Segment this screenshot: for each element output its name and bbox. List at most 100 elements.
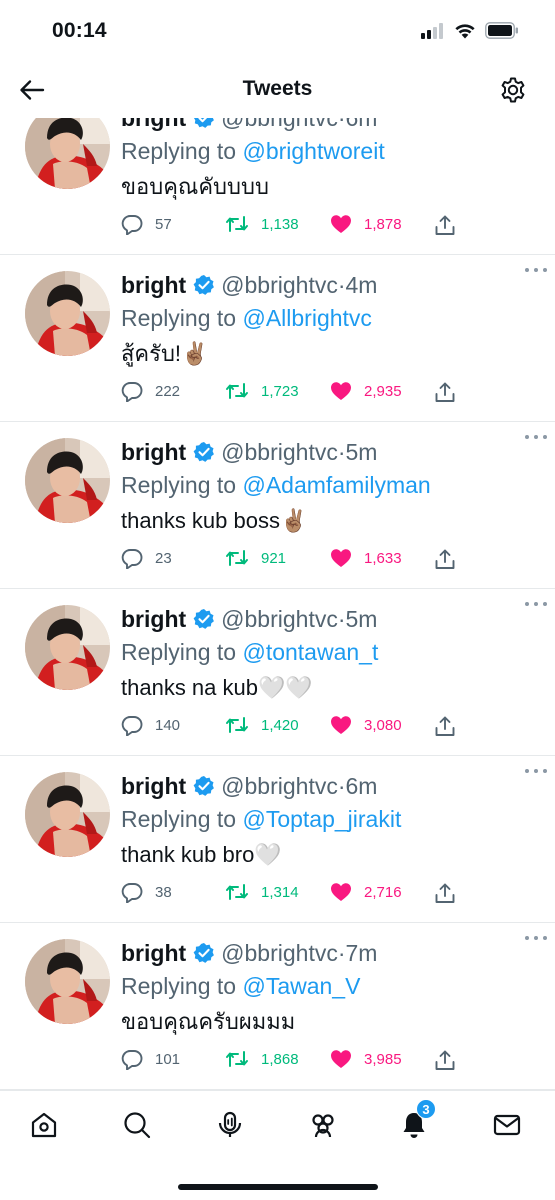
retweet-button[interactable]: 921 (225, 548, 286, 568)
user-handle[interactable]: @bbrightvc (221, 606, 338, 633)
avatar[interactable] (25, 118, 110, 189)
reply-count: 57 (155, 216, 172, 233)
tweet-time[interactable]: 6m (346, 773, 378, 800)
nav-notifications[interactable]: 3 (398, 1099, 436, 1141)
nav-spaces[interactable] (214, 1109, 246, 1141)
display-name[interactable]: bright (121, 773, 186, 800)
user-handle[interactable]: @bbrightvc (221, 272, 338, 299)
reply-button[interactable]: 140 (121, 715, 180, 736)
display-name[interactable]: bright (121, 118, 186, 132)
user-handle[interactable]: @bbrightvc (221, 118, 338, 132)
retweet-count: 1,138 (261, 215, 299, 233)
heart-icon (331, 883, 351, 901)
more-options-icon[interactable] (525, 767, 547, 775)
tweet-feed[interactable]: bright @bbrightvc · 6m Replying to @brig… (0, 118, 555, 1090)
retweet-count: 921 (261, 549, 287, 567)
more-options-icon[interactable] (525, 600, 547, 608)
retweet-button[interactable]: 1,868 (225, 1049, 299, 1069)
avatar[interactable] (25, 772, 110, 857)
nav-communities[interactable] (307, 1109, 339, 1141)
reply-mention-link[interactable]: @tontawan_t (242, 639, 378, 665)
like-count: 1,633 (364, 549, 402, 567)
share-button[interactable] (434, 715, 456, 737)
share-icon (435, 549, 455, 569)
tweet-time[interactable]: 6m (346, 118, 378, 132)
heart-icon (331, 1050, 351, 1068)
reply-icon (121, 549, 143, 569)
like-button[interactable]: 1,633 (330, 548, 402, 568)
display-name[interactable]: bright (121, 439, 186, 466)
reply-button[interactable]: 222 (121, 381, 180, 402)
reply-mention-link[interactable]: @Toptap_jirakit (242, 806, 401, 832)
display-name[interactable]: bright (121, 606, 186, 633)
retweet-button[interactable]: 1,314 (225, 882, 299, 902)
share-button[interactable] (434, 1049, 456, 1071)
reply-mention-link[interactable]: @brightworeit (242, 138, 384, 164)
tweet[interactable]: bright @bbrightvc · 7m Replying to @Tawa… (0, 923, 555, 1090)
tweet-time[interactable]: 7m (346, 940, 378, 967)
user-handle[interactable]: @bbrightvc (221, 940, 338, 967)
like-button[interactable]: 1,878 (330, 214, 402, 234)
like-button[interactable]: 3,985 (330, 1049, 402, 1069)
display-name[interactable]: bright (121, 940, 186, 967)
user-handle[interactable]: @bbrightvc (221, 439, 338, 466)
reply-mention-link[interactable]: @Adamfamilyman (242, 472, 430, 498)
profile-photo-icon (25, 118, 110, 189)
more-options-icon[interactable] (525, 433, 547, 441)
retweet-button[interactable]: 1,138 (225, 214, 299, 234)
like-button[interactable]: 2,935 (330, 381, 402, 401)
avatar[interactable] (25, 939, 110, 1024)
verified-badge-icon (193, 118, 215, 129)
tweet-time[interactable]: 5m (346, 439, 378, 466)
avatar[interactable] (25, 605, 110, 690)
replying-to-label: Replying to (121, 138, 237, 164)
settings-button[interactable] (499, 76, 527, 104)
more-options-icon[interactable] (525, 266, 547, 274)
tweet[interactable]: bright @bbrightvc · 6m Replying to @Topt… (0, 756, 555, 923)
nav-home[interactable] (28, 1109, 60, 1141)
reply-count: 222 (155, 383, 181, 400)
tweet[interactable]: bright @bbrightvc · 5m Replying to @tont… (0, 589, 555, 756)
reply-button[interactable]: 101 (121, 1049, 180, 1070)
tweet-text: ขอบคุณคับบบบ (121, 174, 269, 199)
profile-photo-icon (25, 772, 110, 857)
reply-button[interactable]: 23 (121, 548, 172, 569)
tweet-actions: 57 1,138 1,878 (121, 208, 535, 244)
more-options-icon[interactable] (525, 934, 547, 942)
user-handle[interactable]: @bbrightvc (221, 773, 338, 800)
reply-mention-link[interactable]: @Allbrightvc (242, 305, 371, 331)
tweet-content: bright @bbrightvc · 7m Replying to @Tawa… (121, 937, 535, 1079)
messages-icon (493, 1114, 521, 1136)
reply-count: 140 (155, 717, 181, 734)
status-bar: 00:14 (0, 0, 555, 62)
avatar[interactable] (25, 271, 110, 356)
like-button[interactable]: 3,080 (330, 715, 402, 735)
nav-messages[interactable] (491, 1109, 523, 1141)
reply-count: 101 (155, 1051, 181, 1068)
reply-button[interactable]: 38 (121, 882, 172, 903)
like-button[interactable]: 2,716 (330, 882, 402, 902)
replying-to: Replying to @Allbrightvc (121, 301, 535, 335)
reply-button[interactable]: 57 (121, 214, 172, 235)
share-button[interactable] (434, 548, 456, 570)
tweet-time[interactable]: 5m (346, 606, 378, 633)
share-button[interactable] (434, 214, 456, 236)
tweet-content: bright @bbrightvc · 6m Replying to @brig… (121, 118, 535, 244)
tweet-content: bright @bbrightvc · 5m Replying to @tont… (121, 603, 535, 745)
retweet-button[interactable]: 1,420 (225, 715, 299, 735)
display-name[interactable]: bright (121, 272, 186, 299)
home-indicator (178, 1184, 378, 1190)
replying-to: Replying to @brightworeit (121, 134, 535, 168)
share-button[interactable] (434, 381, 456, 403)
tweet[interactable]: bright @bbrightvc · 6m Replying to @brig… (0, 118, 555, 255)
retweet-icon (226, 550, 248, 566)
tweet[interactable]: bright @bbrightvc · 4m Replying to @Allb… (0, 255, 555, 422)
share-button[interactable] (434, 882, 456, 904)
tweet-time[interactable]: 4m (346, 272, 378, 299)
retweet-button[interactable]: 1,723 (225, 381, 299, 401)
reply-mention-link[interactable]: @Tawan_V (242, 973, 360, 999)
tweet[interactable]: bright @bbrightvc · 5m Replying to @Adam… (0, 422, 555, 589)
avatar[interactable] (25, 438, 110, 523)
nav-search[interactable] (121, 1109, 153, 1141)
dot-separator: · (337, 271, 346, 298)
